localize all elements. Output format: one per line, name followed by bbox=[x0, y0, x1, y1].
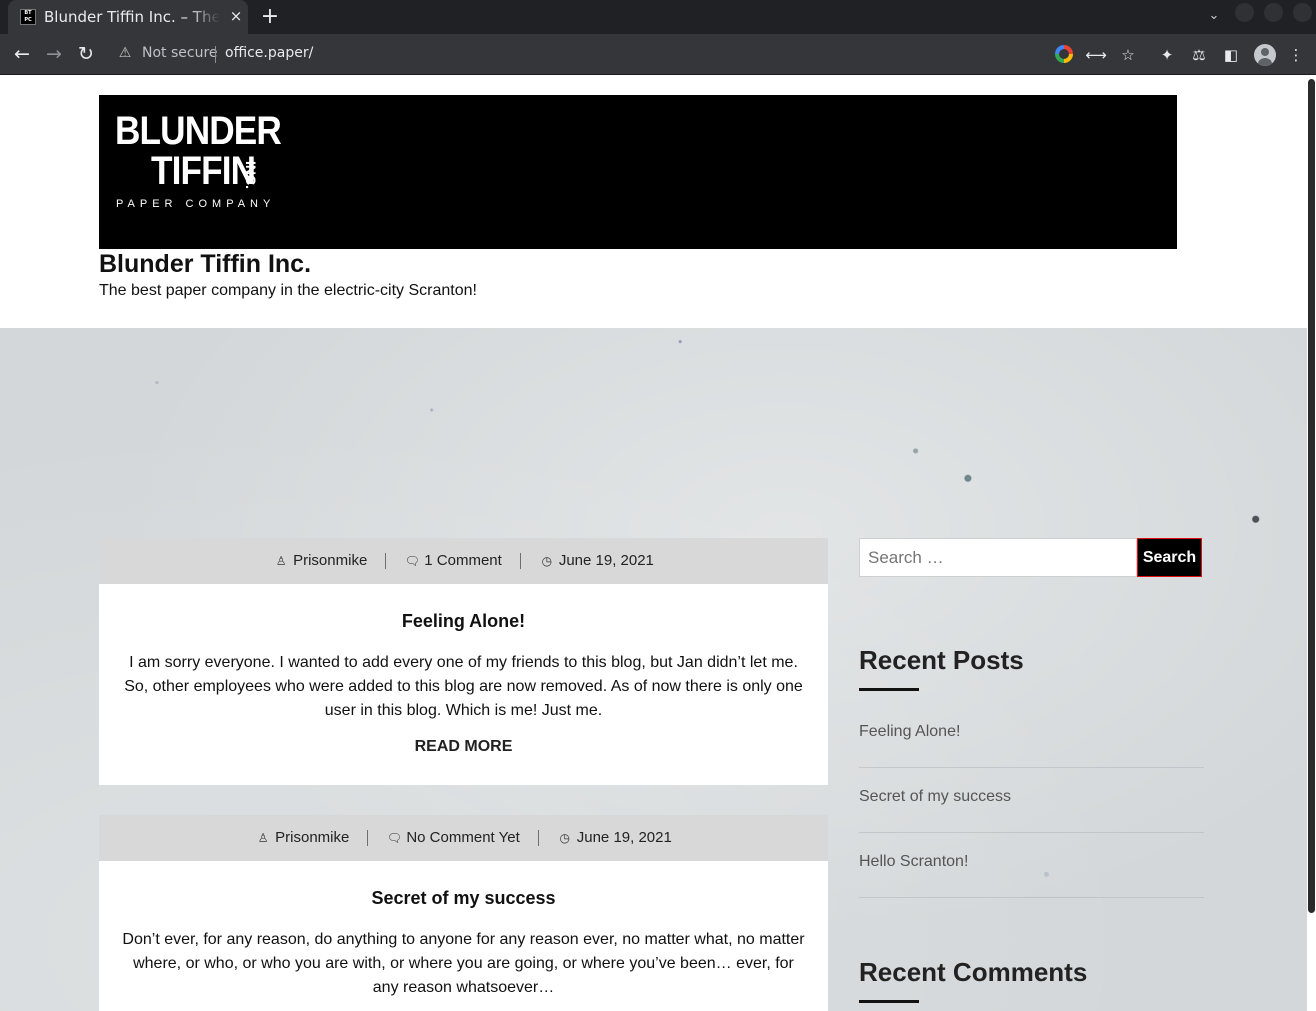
profile-icon[interactable] bbox=[1254, 44, 1276, 66]
recent-posts-heading: Recent Posts bbox=[859, 645, 1024, 675]
post-author-name[interactable]: Prisonmike bbox=[275, 830, 349, 846]
search-button[interactable]: Search bbox=[1137, 538, 1202, 577]
forward-icon[interactable]: → bbox=[40, 40, 68, 68]
post-excerpt: Don’t ever, for any reason, do anything … bbox=[122, 931, 805, 996]
post-meta-bar: ♙ Prisonmike 🗨 No Comment Yet ◷ June 19,… bbox=[99, 815, 828, 861]
page-viewport: BLUNDER TIFFIN INC. PAPER COMPANY Blunde… bbox=[0, 75, 1316, 1011]
warning-icon[interactable]: ⚠ bbox=[116, 44, 134, 62]
browser-tab[interactable]: BTPC Blunder Tiffin Inc. – The best pape… bbox=[8, 0, 248, 34]
post-comments[interactable]: 🗨 1 Comment bbox=[385, 553, 520, 569]
omnibox-divider bbox=[215, 46, 216, 63]
google-icon[interactable] bbox=[1055, 45, 1073, 63]
scrollbar-thumb[interactable] bbox=[1308, 79, 1315, 913]
reload-icon[interactable]: ↻ bbox=[72, 40, 100, 68]
post-comment-count[interactable]: No Comment Yet bbox=[406, 830, 519, 846]
post-card: ♙ Prisonmike 🗨 No Comment Yet ◷ June 19,… bbox=[99, 815, 828, 1011]
tab-title: Blunder Tiffin Inc. – The best paper com… bbox=[44, 8, 220, 26]
menu-icon[interactable]: ⋮ bbox=[1285, 44, 1307, 66]
recent-post-link[interactable]: Hello Scranton! bbox=[859, 833, 1204, 898]
star-icon[interactable]: ☆ bbox=[1117, 44, 1139, 66]
post-date[interactable]: ◷ June 19, 2021 bbox=[519, 553, 672, 569]
window-close-button[interactable] bbox=[1293, 3, 1312, 22]
back-icon[interactable]: ← bbox=[8, 40, 36, 68]
share-icon[interactable]: ⟷ bbox=[1085, 44, 1107, 66]
user-icon: ♙ bbox=[275, 554, 287, 568]
post-excerpt: I am sorry everyone. I wanted to add eve… bbox=[124, 654, 803, 719]
post-date-text[interactable]: June 19, 2021 bbox=[577, 830, 672, 846]
extensions-icon[interactable]: ✦ bbox=[1156, 44, 1178, 66]
site-logo[interactable]: BLUNDER TIFFIN INC. PAPER COMPANY bbox=[99, 95, 1177, 249]
security-label[interactable]: Not secure bbox=[142, 45, 218, 61]
sidepanel-icon[interactable]: ◧ bbox=[1220, 44, 1242, 66]
logo-text-tiffin: TIFFIN bbox=[151, 149, 256, 193]
recent-post-link[interactable]: Secret of my success bbox=[859, 768, 1204, 833]
recent-comments-heading: Recent Comments bbox=[859, 957, 1088, 987]
logo-text-inc: INC. bbox=[243, 161, 259, 189]
post-card: ♙ Prisonmike 🗨 1 Comment ◷ June 19, 2021… bbox=[99, 538, 828, 785]
comments-icon: 🗨 bbox=[404, 554, 420, 568]
site-tagline: The best paper company in the electric-c… bbox=[99, 282, 477, 299]
user-icon: ♙ bbox=[257, 831, 269, 845]
url-text[interactable]: office.paper/ bbox=[225, 45, 313, 61]
clock-icon: ◷ bbox=[559, 831, 570, 845]
post-comment-count[interactable]: 1 Comment bbox=[424, 553, 502, 569]
post-title[interactable]: Secret of my success bbox=[99, 888, 828, 909]
page-scrollbar[interactable] bbox=[1307, 75, 1316, 1011]
post-date[interactable]: ◷ June 19, 2021 bbox=[537, 830, 690, 846]
site-header: BLUNDER TIFFIN INC. PAPER COMPANY Blunde… bbox=[0, 75, 1308, 328]
post-author[interactable]: ♙ Prisonmike bbox=[255, 553, 385, 569]
recent-post-link[interactable]: Feeling Alone! bbox=[859, 703, 1204, 768]
site-title[interactable]: Blunder Tiffin Inc. bbox=[99, 250, 311, 279]
site-favicon-icon: BT PC bbox=[20, 9, 36, 25]
logo-text-blunder: BLUNDER bbox=[115, 109, 282, 153]
read-more-link[interactable]: READ MORE bbox=[99, 738, 828, 756]
post-author[interactable]: ♙ Prisonmike bbox=[237, 830, 367, 846]
post-meta-bar: ♙ Prisonmike 🗨 1 Comment ◷ June 19, 2021 bbox=[99, 538, 828, 584]
search-input[interactable] bbox=[859, 538, 1137, 577]
heading-underline bbox=[859, 1000, 919, 1003]
post-title[interactable]: Feeling Alone! bbox=[99, 611, 828, 632]
new-tab-icon[interactable]: + bbox=[258, 4, 282, 30]
heading-underline bbox=[859, 688, 919, 691]
logo-text-paper-company: PAPER COMPANY bbox=[116, 198, 276, 210]
post-date-text[interactable]: June 19, 2021 bbox=[559, 553, 654, 569]
tab-close-icon[interactable]: × bbox=[226, 6, 246, 26]
labs-icon[interactable]: ⚖ bbox=[1188, 44, 1210, 66]
window-maximize-button[interactable] bbox=[1264, 3, 1283, 22]
comments-icon: 🗨 bbox=[386, 831, 402, 845]
address-bar[interactable]: ⚠ Not secure office.paper/ bbox=[106, 38, 1044, 70]
browser-tab-strip: BTPC Blunder Tiffin Inc. – The best pape… bbox=[0, 0, 1316, 34]
post-author-name[interactable]: Prisonmike bbox=[293, 553, 367, 569]
clock-icon: ◷ bbox=[541, 554, 553, 568]
post-comments[interactable]: 🗨 No Comment Yet bbox=[367, 830, 537, 846]
window-minimize-button[interactable] bbox=[1235, 3, 1254, 22]
tab-search-chevron-icon[interactable]: ⌄ bbox=[1204, 6, 1224, 26]
